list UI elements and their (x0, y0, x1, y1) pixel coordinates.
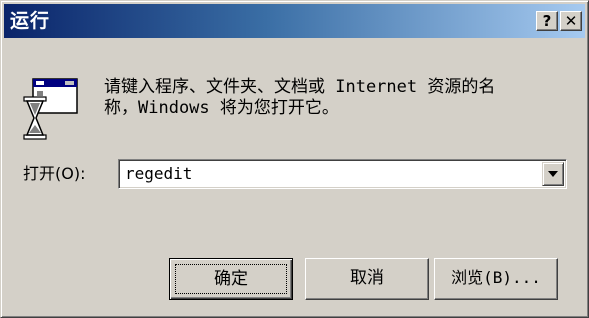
open-combobox[interactable]: regedit (118, 159, 567, 189)
cancel-button[interactable]: 取消 (305, 258, 429, 300)
chevron-down-icon (548, 171, 558, 177)
help-button[interactable]: ? (536, 11, 558, 31)
run-dialog: 运行 ? ✕ 请键入程序、文件夹、文档或 Internet 资源的名 称，Win… (0, 0, 589, 318)
ok-button[interactable]: 确定 (169, 258, 293, 300)
close-button[interactable]: ✕ (560, 11, 582, 31)
ok-button-label: 确定 (175, 264, 287, 294)
dropdown-button[interactable] (542, 162, 564, 186)
open-input[interactable]: regedit (125, 164, 192, 184)
title-bar[interactable]: 运行 ? ✕ (4, 4, 585, 38)
window-title: 运行 (10, 10, 51, 32)
dialog-description: 请键入程序、文件夹、文档或 Internet 资源的名 称，Windows 将为… (104, 77, 496, 118)
run-program-icon (23, 78, 78, 140)
open-label: 打开(O): (23, 164, 86, 183)
browse-button[interactable]: 浏览(B)... (434, 258, 558, 300)
